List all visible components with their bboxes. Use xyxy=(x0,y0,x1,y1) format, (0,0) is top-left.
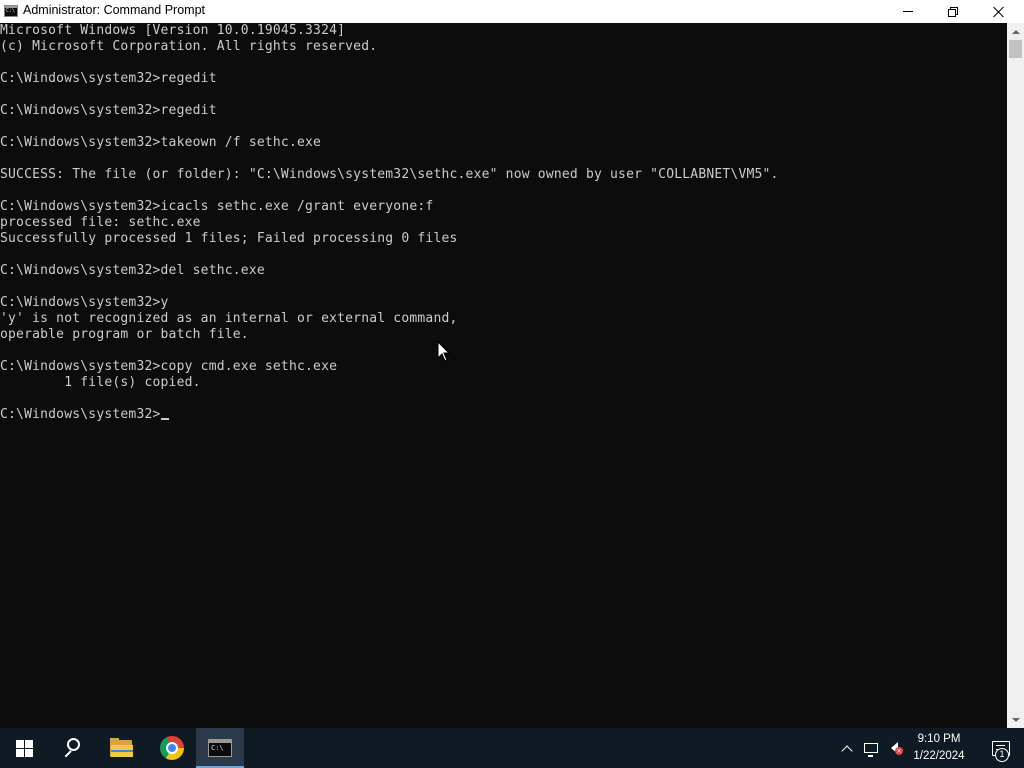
volume-button[interactable]: × xyxy=(884,740,904,756)
folder-icon xyxy=(110,738,134,758)
console-line: (c) Microsoft Corporation. All rights re… xyxy=(0,39,378,54)
console-line: C:\Windows\system32>icacls sethc.exe /gr… xyxy=(0,199,434,214)
console-line: C:\Windows\system32>y xyxy=(0,295,169,310)
close-button[interactable] xyxy=(976,0,1022,23)
title-bar[interactable]: Administrator: Command Prompt xyxy=(0,0,1024,23)
arrow-up-icon xyxy=(1011,29,1020,34)
console-line: 1 file(s) copied. xyxy=(0,375,201,390)
restore-icon xyxy=(948,6,958,17)
console-line: C:\Windows\system32>copy cmd.exe sethc.e… xyxy=(0,359,338,374)
minimize-button[interactable] xyxy=(885,0,931,23)
vertical-scrollbar[interactable] xyxy=(1007,23,1024,728)
chrome-button[interactable] xyxy=(148,728,196,768)
mouse-pointer-icon xyxy=(437,341,451,362)
scroll-down-button[interactable] xyxy=(1007,711,1024,728)
windows-logo-icon xyxy=(15,739,33,757)
console-line: processed file: sethc.exe xyxy=(0,215,201,230)
show-hidden-icons-button[interactable] xyxy=(840,740,854,757)
console-line: C:\Windows\system32>regedit xyxy=(0,103,217,118)
close-icon xyxy=(993,6,1005,18)
scroll-up-button[interactable] xyxy=(1007,23,1024,40)
minimize-icon xyxy=(903,11,913,12)
console-output[interactable]: Microsoft Windows [Version 10.0.19045.33… xyxy=(0,23,1007,728)
command-prompt-icon: C:\ xyxy=(208,739,232,757)
arrow-down-icon xyxy=(1011,717,1020,722)
chevron-up-icon xyxy=(841,744,853,757)
console-line: C:\Windows\system32>regedit xyxy=(0,71,217,86)
clock-date: 1/22/2024 xyxy=(913,750,965,762)
chrome-icon xyxy=(160,736,184,760)
command-prompt-taskbar-button[interactable]: C:\ xyxy=(196,728,244,768)
console-line: SUCCESS: The file (or folder): "C:\Windo… xyxy=(0,167,779,182)
console-line: Successfully processed 1 files; Failed p… xyxy=(0,231,458,246)
search-icon xyxy=(62,738,82,758)
text-cursor xyxy=(160,418,169,420)
start-button[interactable] xyxy=(0,728,48,768)
restore-button[interactable] xyxy=(930,0,976,23)
console-line: 'y' is not recognized as an internal or … xyxy=(0,311,458,326)
action-center-button[interactable]: 1 xyxy=(978,728,1024,768)
taskbar: C:\ × 9:10 PM 1/22/2024 1 xyxy=(0,728,1024,768)
network-button[interactable] xyxy=(862,740,880,757)
command-prompt-icon xyxy=(4,5,18,17)
console-line: Microsoft Windows [Version 10.0.19045.33… xyxy=(0,23,346,38)
console-prompt: C:\Windows\system32> xyxy=(0,407,161,422)
console-line: C:\Windows\system32>del sethc.exe xyxy=(0,263,265,278)
notification-count-badge: 1 xyxy=(995,748,1009,762)
console-line: operable program or batch file. xyxy=(0,327,249,342)
mute-badge-icon: × xyxy=(895,747,903,755)
network-icon xyxy=(864,743,878,757)
clock-time: 9:10 PM xyxy=(917,733,961,745)
search-button[interactable] xyxy=(48,728,96,768)
clock[interactable]: 9:10 PM 1/22/2024 xyxy=(906,728,972,768)
console-line: C:\Windows\system32>takeown /f sethc.exe xyxy=(0,135,322,150)
window-title: Administrator: Command Prompt xyxy=(23,3,206,17)
scroll-thumb[interactable] xyxy=(1009,40,1022,58)
file-explorer-button[interactable] xyxy=(98,728,146,768)
console-prompt-line[interactable]: C:\Windows\system32> xyxy=(0,407,1007,423)
